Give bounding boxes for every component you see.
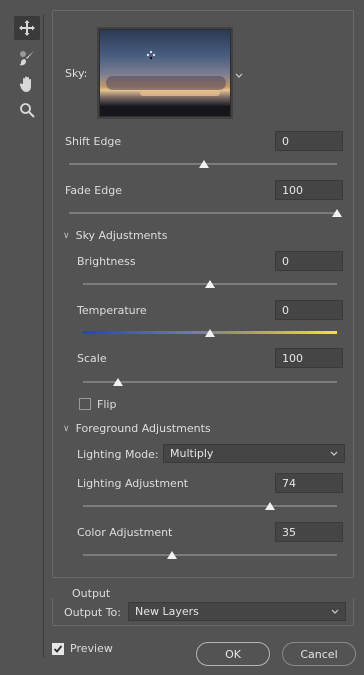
chevron-down-icon [331, 609, 339, 614]
lighting-adjustment-slider-track[interactable] [83, 505, 337, 507]
temperature-slider-thumb[interactable] [205, 329, 215, 337]
scale-label: Scale [77, 352, 107, 365]
ok-button[interactable]: OK [196, 642, 270, 666]
cancel-button[interactable]: Cancel [282, 642, 356, 666]
temperature-label: Temperature [77, 304, 147, 317]
tool-panel [8, 14, 44, 658]
color-adjustment-slider-track[interactable] [83, 554, 337, 556]
brush-icon [19, 51, 34, 66]
chevron-down-icon: ∨ [63, 423, 70, 434]
fade-edge-slider-track[interactable] [69, 212, 337, 214]
color-adjustment-label: Color Adjustment [77, 526, 173, 539]
lighting-mode-label: Lighting Mode: [77, 448, 159, 461]
sky-preset-thumbnail[interactable] [99, 29, 231, 117]
move-icon [19, 20, 35, 36]
sky-brush-tool-button[interactable] [14, 46, 40, 70]
preview-label: Preview [70, 642, 113, 655]
shift-edge-slider-thumb[interactable] [199, 160, 209, 168]
move-tool-button[interactable] [14, 16, 40, 40]
sky-adjustments-header[interactable]: ∨ Sky Adjustments [63, 229, 167, 242]
color-adjustment-slider-thumb[interactable] [167, 551, 177, 559]
checkmark-icon [53, 645, 63, 653]
lighting-mode-value: Multiply [170, 447, 214, 460]
scale-input[interactable] [275, 348, 343, 368]
brightness-label: Brightness [77, 255, 136, 268]
shift-edge-label: Shift Edge [65, 135, 122, 148]
sky-adjustments-title: Sky Adjustments [75, 229, 168, 242]
hand-tool-button[interactable] [14, 72, 40, 96]
fade-edge-input[interactable] [275, 180, 343, 200]
foreground-adjustments-header[interactable]: ∨ Foreground Adjustments [63, 422, 211, 435]
sky-preset-dropdown-chevron-icon[interactable] [235, 73, 243, 79]
output-to-label: Output To: [64, 606, 121, 619]
zoom-tool-button[interactable] [14, 98, 40, 122]
flip-checkbox[interactable] [79, 398, 91, 410]
chevron-down-icon [330, 451, 338, 456]
output-to-value: New Layers [135, 605, 199, 618]
sky-replacement-panel: Sky: Shift Edge Fade Edge ∨ Sky Adjustme… [52, 10, 354, 578]
color-adjustment-input[interactable] [275, 522, 343, 542]
fade-edge-label: Fade Edge [65, 184, 122, 197]
crosshair-icon [146, 50, 156, 60]
output-to-select[interactable]: New Layers [128, 602, 346, 621]
brightness-input[interactable] [275, 251, 343, 271]
fade-edge-slider-thumb[interactable] [332, 209, 342, 217]
brightness-slider-thumb[interactable] [205, 280, 215, 288]
lighting-adjustment-label: Lighting Adjustment [77, 477, 189, 490]
hand-icon [19, 76, 31, 92]
foreground-adjustments-title: Foreground Adjustments [75, 422, 211, 435]
temperature-input[interactable] [275, 300, 343, 320]
preview-checkbox[interactable] [52, 643, 64, 655]
chevron-down-icon: ∨ [63, 230, 70, 241]
sky-label: Sky: [65, 67, 88, 80]
scale-slider-thumb[interactable] [113, 378, 123, 386]
zoom-icon [20, 103, 35, 118]
flip-label: Flip [97, 398, 117, 411]
lighting-mode-select[interactable]: Multiply [163, 444, 345, 463]
lighting-adjustment-input[interactable] [275, 473, 343, 493]
lighting-adjustment-slider-thumb[interactable] [265, 502, 275, 510]
shift-edge-input[interactable] [275, 131, 343, 151]
